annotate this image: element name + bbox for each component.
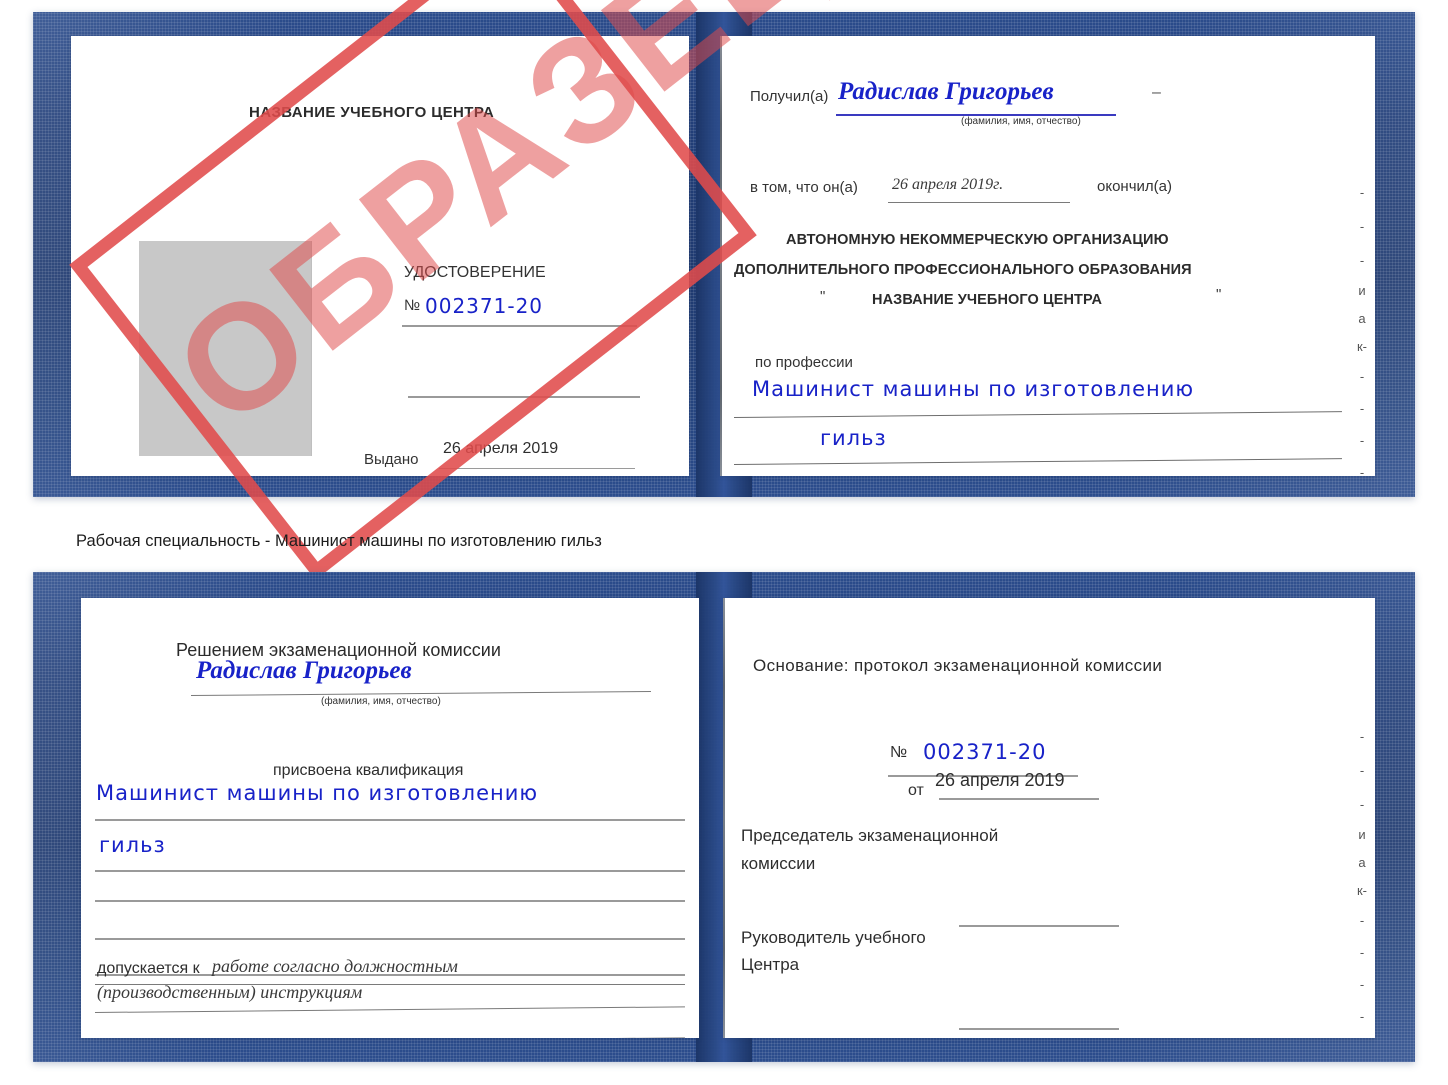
fio-hint-top: (фамилия, имя, отчество) — [961, 116, 1081, 127]
document-type-label: УДОСТОВЕРЕНИЕ — [404, 264, 546, 281]
qualification-value-line1: Машинист машины по изготовлению — [96, 781, 539, 805]
edge-fragment: - — [1359, 465, 1365, 476]
received-dash: – — [1152, 84, 1161, 101]
head-label-line1: Руководитель учебного — [741, 928, 926, 947]
edge-fragment: - — [1359, 253, 1365, 268]
edge-fragment: - — [1359, 977, 1365, 992]
certificate-number-value: 002371-20 — [425, 294, 544, 318]
student-name-value: Радислав Григорьев — [196, 657, 412, 684]
in-that-label: в том, что он(а) — [750, 179, 858, 196]
edge-fragment: - — [1359, 729, 1365, 744]
qualification-rule-4 — [95, 938, 685, 940]
edge-fragment: - — [1359, 369, 1365, 384]
blank-rule-1 — [408, 396, 640, 398]
profession-rule-1 — [733, 411, 1342, 419]
org-line-2: ДОПОЛНИТЕЛЬНОГО ПРОФЕССИОНАЛЬНОГО ОБРАЗО… — [734, 262, 1192, 278]
bottom-right-page: Основание: протокол экзаменационной коми… — [723, 598, 1375, 1038]
from-label: от — [908, 782, 924, 799]
org-line-3: НАЗВАНИЕ УЧЕБНОГО ЦЕНТРА — [872, 292, 1103, 308]
allowed-rule-2 — [94, 1006, 685, 1014]
edge-fragment: - — [1359, 401, 1365, 416]
profession-label: по профессии — [755, 354, 853, 371]
edge-fragment: - — [1359, 185, 1365, 200]
bottom-left-page: Решением экзаменационной комиссии Радисл… — [81, 598, 699, 1038]
edge-fragment: - — [1359, 1009, 1365, 1024]
from-date-value: 26 апреля 2019 — [935, 770, 1065, 790]
allowed-to-value-line1: работе согласно должностным — [212, 956, 458, 976]
edge-fragment: - — [1359, 797, 1365, 812]
top-left-page: НАЗВАНИЕ УЧЕБНОГО ЦЕНТРА УДОСТОВЕРЕНИЕ №… — [71, 36, 689, 476]
chairman-signature-rule — [959, 925, 1119, 927]
org-line-1: АВТОНОМНУЮ НЕКОММЕРЧЕСКУЮ ОРГАНИЗАЦИЮ — [786, 232, 1169, 248]
edge-fragment: - — [1359, 913, 1365, 928]
allowed-to-value-line2: (производственным) инструкциям — [97, 982, 363, 1002]
edge-fragment: и — [1358, 283, 1366, 298]
profession-value-line2: гильз — [820, 426, 887, 450]
issued-date-rule — [439, 468, 635, 469]
edge-fragment: и — [1358, 827, 1366, 842]
top-page-gutter — [720, 36, 722, 476]
chairman-label-line2: комиссии — [741, 854, 816, 873]
chairman-label-line1: Председатель экзаменационной — [741, 826, 999, 845]
edge-fragments-top: - - - и а к- - - - - — [1357, 186, 1367, 476]
qualification-label: присвоена квалификация — [273, 762, 464, 779]
completion-date-rule — [888, 202, 1070, 203]
bottom-page-gutter — [723, 598, 725, 1038]
completion-date-value: 26 апреля 2019г. — [892, 176, 1004, 193]
org-quote-close: " — [1216, 286, 1222, 303]
edge-fragment: а — [1358, 311, 1366, 326]
finished-label: окончил(а) — [1097, 178, 1172, 195]
certificate-number-rule — [402, 325, 637, 327]
training-center-title-top: НАЗВАНИЕ УЧЕБНОГО ЦЕНТРА — [249, 104, 495, 121]
page-caption: Рабочая специальность - Машинист машины … — [76, 532, 602, 550]
edge-fragment: а — [1358, 855, 1366, 870]
basis-label: Основание: протокол экзаменационной коми… — [753, 656, 1163, 675]
edge-fragment: к- — [1356, 339, 1367, 354]
qualification-rule-2 — [95, 870, 685, 872]
head-label-line2: Центра — [741, 955, 800, 974]
received-by-label: Получил(а) — [750, 88, 829, 105]
protocol-number-value: 002371-20 — [923, 740, 1047, 764]
top-right-page: Получил(а) Радислав Григорьев (фамилия, … — [720, 36, 1375, 476]
issued-label: Выдано — [364, 451, 419, 468]
certificate-bottom: Решением экзаменационной комиссии Радисл… — [33, 572, 1415, 1062]
protocol-number-symbol: № — [890, 744, 908, 761]
edge-fragment: - — [1359, 219, 1365, 234]
edge-fragment: - — [1359, 763, 1365, 778]
fio-hint-bottom: (фамилия, имя, отчество) — [321, 696, 441, 707]
received-by-value: Радислав Григорьев — [838, 78, 1054, 105]
edge-fragment: - — [1359, 433, 1365, 448]
head-signature-rule — [959, 1028, 1119, 1030]
profession-rule-2 — [733, 458, 1342, 466]
allowed-to-label: допускается к — [97, 960, 200, 977]
from-date-rule — [939, 798, 1099, 800]
qualification-rule-3 — [95, 900, 685, 902]
edge-fragments-bottom: - - - и а к- - - - - — [1357, 730, 1367, 1038]
edge-fragment: к- — [1356, 883, 1367, 898]
issued-date-value: 26 апреля 2019 — [443, 440, 559, 457]
certificate-top: НАЗВАНИЕ УЧЕБНОГО ЦЕНТРА УДОСТОВЕРЕНИЕ №… — [33, 0, 1415, 580]
edge-fragment: - — [1359, 945, 1365, 960]
certificate-number-symbol: № — [404, 297, 421, 314]
allowed-rule-3 — [94, 1037, 685, 1038]
qualification-value-line2: гильз — [99, 833, 166, 857]
photo-placeholder — [139, 241, 312, 456]
org-quote-open: " — [820, 288, 826, 305]
profession-value-line1: Машинист машины по изготовлению — [752, 377, 1195, 401]
qualification-rule-1 — [95, 819, 685, 821]
